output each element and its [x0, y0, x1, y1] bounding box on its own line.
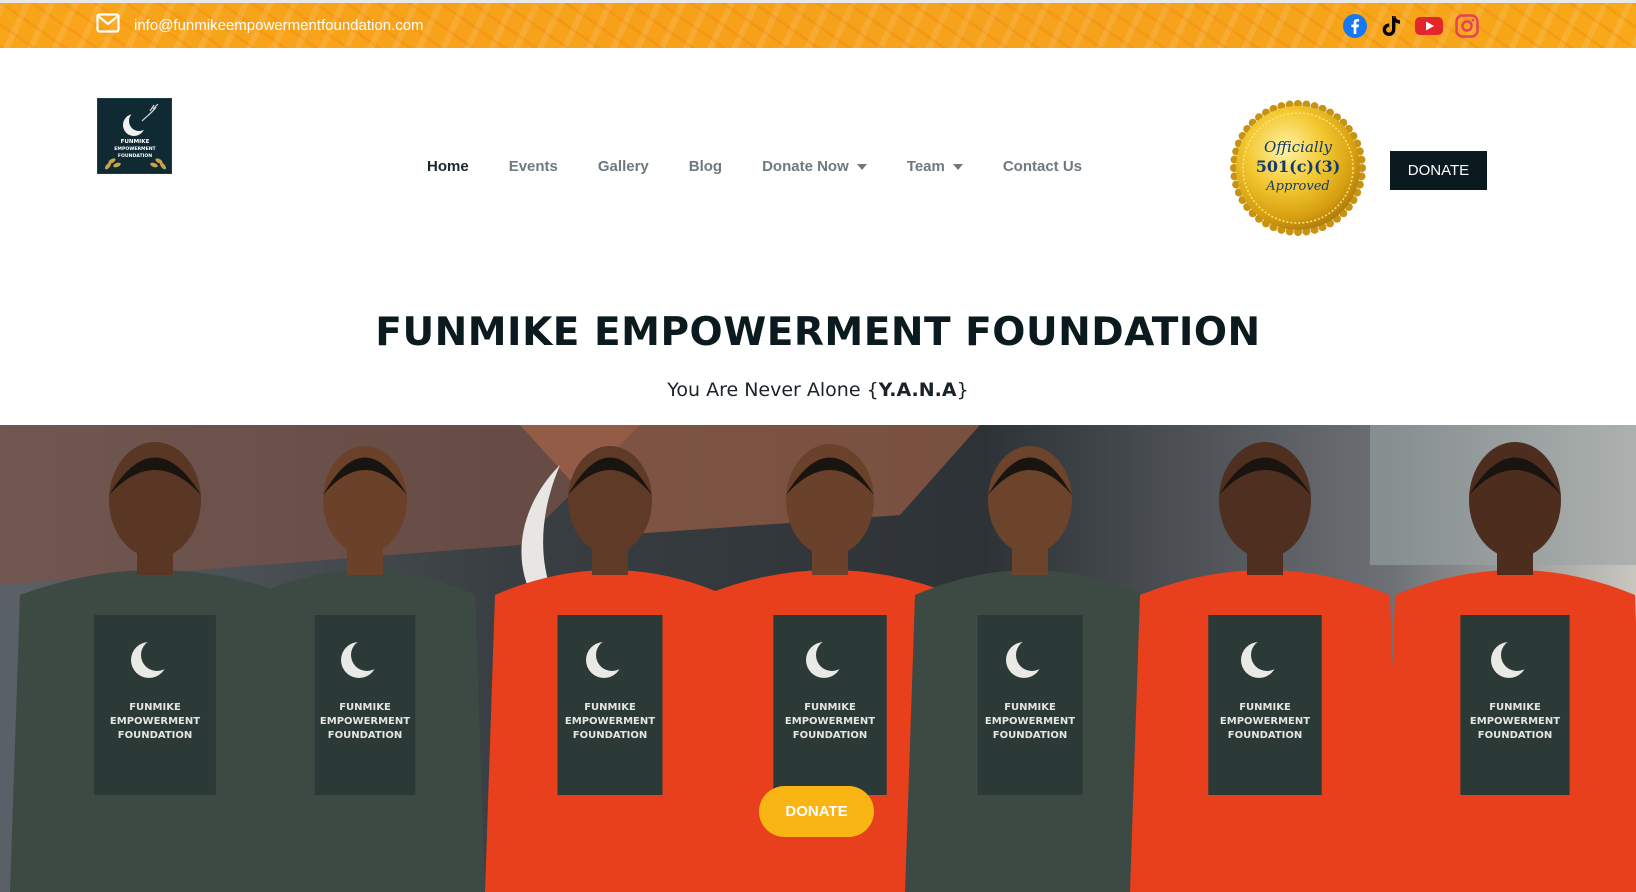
hero-subtitle-acronym: Y.A.N.A	[878, 379, 957, 401]
tiktok-icon[interactable]	[1378, 13, 1404, 39]
contact-email[interactable]: info@funmikeempowermentfoundation.com	[96, 13, 424, 38]
shirt-print-text: FOUNDATION	[118, 730, 193, 741]
hero-subtitle-suffix: }	[956, 379, 969, 401]
social-links	[1342, 13, 1480, 39]
envelope-icon	[96, 13, 120, 38]
nav-home[interactable]: Home	[427, 158, 469, 175]
nav-blog[interactable]: Blog	[689, 158, 722, 175]
hero-donate-button[interactable]: DONATE	[759, 786, 874, 837]
seal-line-1: Officially	[1264, 138, 1332, 156]
501c3-approved-seal: Officially 501(c)(3) Approved	[1230, 100, 1366, 236]
top-bar: info@funmikeempowermentfoundation.com	[0, 0, 1636, 48]
shirt-print-text: FOUNDATION	[793, 730, 868, 741]
nav-events-label: Events	[508, 158, 558, 175]
shirt-print-text: FOUNDATION	[1228, 730, 1303, 741]
shirt-print-text: EMPOWERMENT	[565, 716, 655, 727]
shirt-print-text: FUNMIKE	[339, 702, 391, 713]
shirt-print-text: EMPOWERMENT	[1220, 716, 1310, 727]
nav-contact-us-label: Contact Us	[1002, 158, 1083, 175]
shirt-print-text: FUNMIKE	[129, 702, 181, 713]
caret-down-icon	[856, 163, 867, 170]
hero-subtitle: You Are Never Alone {Y.A.N.A}	[0, 379, 1636, 401]
shirt-print-text: FOUNDATION	[573, 730, 648, 741]
shirt-print-text: FUNMIKE	[1239, 702, 1291, 713]
shirt-print-text: EMPOWERMENT	[985, 716, 1075, 727]
shirt-print-text: FUNMIKE	[1004, 702, 1056, 713]
nav-team-label: Team	[906, 158, 945, 175]
nav-events[interactable]: Events	[509, 158, 558, 175]
shirt-print-text: FOUNDATION	[1478, 730, 1553, 741]
email-link[interactable]: info@funmikeempowermentfoundation.com	[134, 17, 424, 34]
nav-gallery-label: Gallery	[597, 158, 649, 175]
shirt-print-text: FOUNDATION	[993, 730, 1068, 741]
shirt-print-text: EMPOWERMENT	[110, 716, 200, 727]
logo-text-line: FOUNDATION	[118, 153, 152, 159]
logo-text-line: EMPOWERMENT	[114, 146, 156, 152]
shirt-print-text: FOUNDATION	[328, 730, 403, 741]
shirt-print-text: FUNMIKE	[584, 702, 636, 713]
shirt-print-text: EMPOWERMENT	[1470, 716, 1560, 727]
shirt-print-text: FUNMIKE	[804, 702, 856, 713]
nav-contact-us[interactable]: Contact Us	[1003, 158, 1082, 175]
hero-subtitle-prefix: You Are Never Alone {	[667, 379, 879, 401]
nav-gallery[interactable]: Gallery	[598, 158, 649, 175]
nav-home-label: Home	[427, 158, 469, 175]
header-donate-button[interactable]: DONATE	[1390, 151, 1487, 190]
nav-team[interactable]: Team	[907, 158, 963, 175]
caret-down-icon	[952, 163, 963, 170]
seal-line-2: 501(c)(3)	[1255, 157, 1341, 176]
shirt-print-text: EMPOWERMENT	[320, 716, 410, 727]
seal-line-3: Approved	[1266, 179, 1330, 194]
instagram-icon[interactable]	[1454, 13, 1480, 39]
site-logo[interactable]: FUNMIKE EMPOWERMENT FOUNDATION	[97, 98, 172, 174]
shirt-print-text: EMPOWERMENT	[785, 716, 875, 727]
youtube-icon[interactable]	[1414, 13, 1444, 39]
nav-donate-now-label: Donate Now	[762, 158, 849, 175]
shirt-print-text: FUNMIKE	[1489, 702, 1541, 713]
facebook-icon[interactable]	[1342, 13, 1368, 39]
logo-text-line: FUNMIKE	[121, 139, 150, 145]
main-nav: Home Events Gallery Blog Donate Now Team…	[427, 158, 1122, 175]
hero-title: FUNMIKE EMPOWERMENT FOUNDATION	[375, 310, 1261, 355]
nav-blog-label: Blog	[688, 158, 723, 175]
nav-donate-now[interactable]: Donate Now	[762, 158, 867, 175]
